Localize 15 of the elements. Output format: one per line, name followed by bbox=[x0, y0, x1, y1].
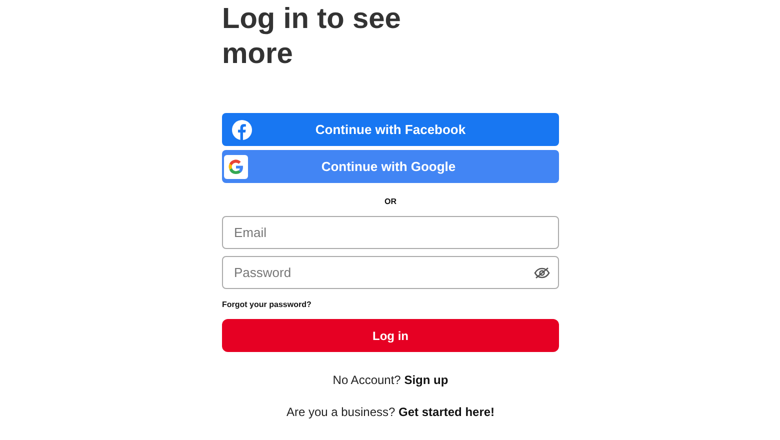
forgot-password-link[interactable]: Forgot your password? bbox=[222, 300, 312, 309]
google-icon bbox=[224, 154, 248, 178]
google-login-button[interactable]: Continue with Google bbox=[222, 150, 559, 183]
signup-link[interactable]: Sign up bbox=[404, 373, 448, 387]
facebook-login-button[interactable]: Continue with Facebook bbox=[222, 113, 559, 146]
business-prompt: Are you a business? Get started here! bbox=[285, 405, 496, 419]
password-field[interactable]: Password bbox=[222, 256, 559, 289]
page-heading: Log in to see more bbox=[222, 2, 402, 72]
signup-prompt: No Account? Sign up bbox=[332, 373, 450, 387]
email-field[interactable]: Email bbox=[222, 216, 559, 249]
get-started-link[interactable]: Get started here! bbox=[398, 405, 495, 419]
divider-label: OR bbox=[384, 197, 396, 206]
hidden-eye-icon[interactable] bbox=[534, 267, 550, 279]
facebook-icon bbox=[232, 120, 252, 140]
login-button[interactable]: Log in bbox=[222, 319, 559, 352]
